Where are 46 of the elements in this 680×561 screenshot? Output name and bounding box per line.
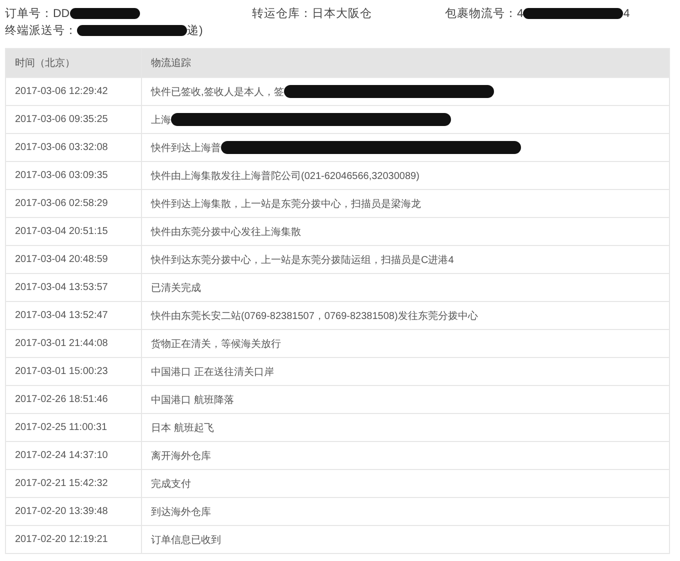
tracking-event: 完成支付 [151, 478, 191, 490]
field-value: 递) [187, 24, 203, 38]
field-label: 转运仓库： [252, 6, 312, 21]
time-cell: 2017-03-06 02:58:29 [15, 198, 108, 209]
time-cell: 2017-03-01 15:00:23 [15, 366, 108, 377]
time-cell: 2017-03-06 03:32:08 [15, 142, 108, 153]
tracking-event: 中国港口 正在送往清关口岸 [151, 366, 274, 378]
tracking-event: 订单信息已收到 [151, 534, 221, 546]
time-cell: 2017-03-06 03:09:35 [15, 170, 108, 181]
field-label: 包裹物流号： [445, 6, 517, 21]
column-header: 时间（北京） [15, 58, 75, 69]
tracking-event: 快件已签收,签收人是本人，签 [151, 86, 284, 98]
time-cell: 2017-02-25 11:00:31 [15, 422, 108, 433]
field-value: DD [53, 8, 70, 20]
tracking-event: 快件到达东莞分拨中心，上一站是东莞分拨陆运组，扫描员是C进港4 [151, 254, 454, 266]
tracking-event: 快件由上海集散发往上海普陀公司(021-62046566,32030089) [151, 170, 420, 182]
time-cell: 2017-03-01 21:44:08 [15, 338, 108, 349]
tracking-event: 货物正在清关，等候海关放行 [151, 338, 281, 350]
time-cell: 2017-03-04 20:48:59 [15, 254, 108, 265]
time-cell: 2017-02-21 15:42:32 [15, 478, 108, 489]
tracking-event: 快件到达上海集散，上一站是东莞分拨中心，扫描员是梁海龙 [151, 198, 421, 210]
time-cell: 2017-02-20 13:39:48 [15, 506, 108, 517]
time-cell: 2017-02-26 18:51:46 [15, 394, 108, 405]
field-label: 终端派送号： [5, 24, 77, 38]
field-label: 订单号： [5, 6, 53, 21]
tracking-event: 日本 航班起飞 [151, 422, 214, 434]
tracking-event: 上海 [151, 114, 171, 126]
tracking-event: 离开海外仓库 [151, 450, 211, 462]
time-cell: 2017-02-24 14:37:10 [15, 450, 108, 461]
time-cell: 2017-03-04 20:51:15 [15, 226, 108, 237]
tracking-event: 到达海外仓库 [151, 506, 211, 518]
time-cell: 2017-02-20 12:19:21 [15, 534, 108, 545]
field-value: 4 [623, 8, 630, 20]
tracking-event: 中国港口 航班降落 [151, 394, 234, 406]
redaction-mark [70, 8, 140, 19]
field-value: 4 [517, 8, 524, 20]
tracking-event: 快件由东莞分拨中心发往上海集散 [151, 226, 301, 238]
field-value: 日本大阪仓 [312, 6, 372, 21]
time-cell: 2017-03-06 09:35:25 [15, 114, 108, 125]
tracking-event: 快件由东莞长安二站(0769-82381507，0769-82381508)发往东莞分拨中心 [151, 310, 478, 322]
column-header: 物流追踪 [151, 58, 191, 69]
time-cell: 2017-03-04 13:53:57 [15, 282, 108, 293]
tracking-event: 已清关完成 [151, 282, 201, 294]
time-cell: 2017-03-04 13:52:47 [15, 310, 108, 321]
tracking-event: 快件到达上海普 [151, 142, 221, 154]
time-cell: 2017-03-06 12:29:42 [15, 86, 108, 97]
